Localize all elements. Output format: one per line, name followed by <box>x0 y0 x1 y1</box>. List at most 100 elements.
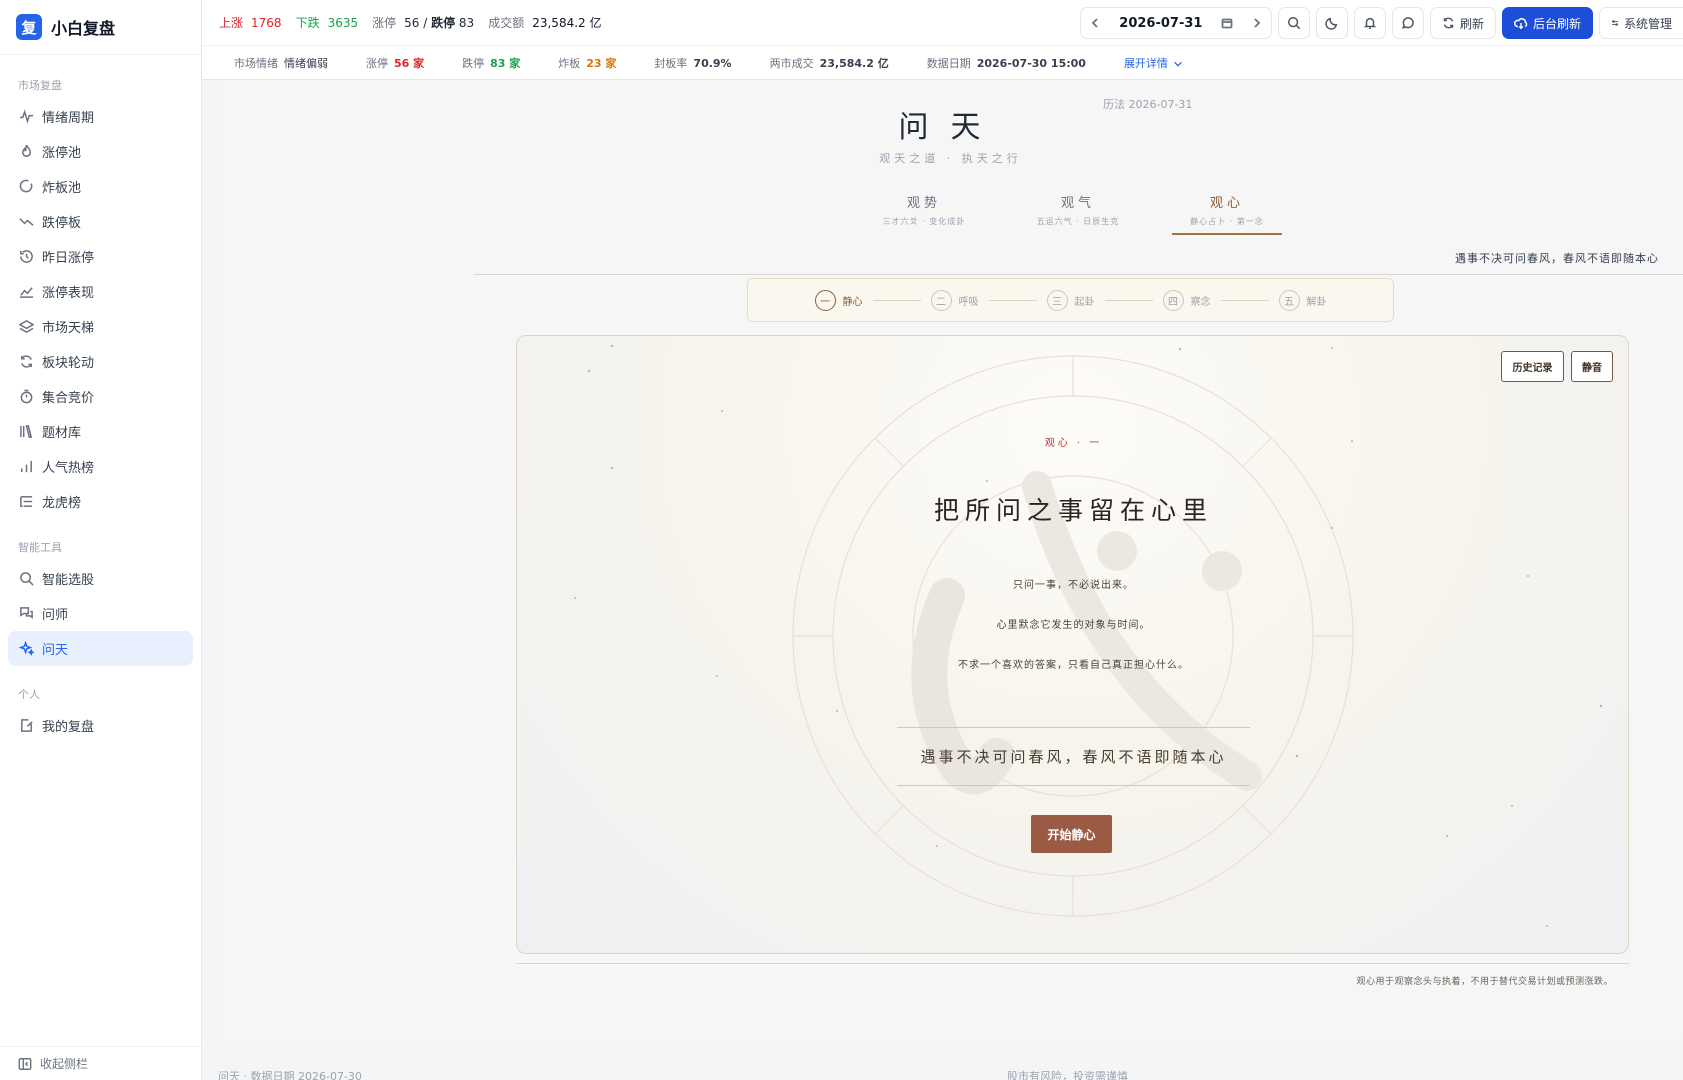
bar-chart-icon <box>18 459 34 475</box>
step-connector <box>988 299 1037 301</box>
system-management-button[interactable]: 系统管理 <box>1599 7 1683 39</box>
tab-heart[interactable]: 观心 静心占卜 · 第一念 <box>1172 192 1282 235</box>
sidebar-item-market-ladder[interactable]: 市场天梯 <box>8 309 193 344</box>
timer-icon <box>18 389 34 405</box>
step-label: 解卦 <box>1306 296 1327 308</box>
step-label: 呼吸 <box>958 296 979 308</box>
page-title: 问天 <box>898 110 1003 145</box>
card-quote: 遇事不决可问春风，春风不语即随本心 <box>897 727 1250 786</box>
toolbar: 2026-07-31 刷新 后台刷新 系统管理 <box>1080 7 1683 39</box>
sidebar-item-yesterday-limit-up[interactable]: 昨日涨停 <box>8 239 193 274</box>
step-number: 一 <box>814 289 836 311</box>
sidebar-item-ask-heaven[interactable]: 问天 <box>8 631 193 666</box>
sidebar-item-label: 涨停表现 <box>42 286 95 301</box>
bagua-watermark <box>574 344 1603 927</box>
stat-limitdown-value: 83 <box>455 16 475 30</box>
sidebar-item-dragon-tiger[interactable]: 龙虎榜 <box>8 484 193 519</box>
summary-sentiment: 市场情绪 情绪偏弱 <box>234 55 328 71</box>
main-content: 问天 历法 2026-07-31 观天之道 · 执天之行 观势 三才六爻 · 变… <box>218 80 1683 1046</box>
search-icon <box>1288 17 1301 30</box>
tab-trend[interactable]: 观势 三才六爻 · 变化成卦 <box>866 192 982 227</box>
brand-logo: 复 <box>16 14 42 40</box>
sidebar-item-label: 问天 <box>42 643 69 658</box>
card-kicker: 观心 · 一 <box>1044 438 1103 449</box>
instruction-line-3: 不求一个喜欢的答案，只看自己真正担心什么。 <box>958 660 1189 671</box>
layers-icon <box>18 319 34 335</box>
step-label: 察念 <box>1190 296 1211 308</box>
summary-value: 83 家 <box>490 56 521 70</box>
theme-toggle-button[interactable] <box>1316 7 1348 39</box>
sidebar-item-limit-up-pool[interactable]: 涨停池 <box>8 134 193 169</box>
step-number: 五 <box>1278 289 1300 311</box>
step-1: 一静心 <box>814 289 863 311</box>
start-meditation-button[interactable]: 开始静心 <box>1031 815 1112 853</box>
collapse-sidebar-button[interactable]: 收起侧栏 <box>0 1046 202 1080</box>
sidebar-item-sentiment-cycle[interactable]: 情绪周期 <box>8 99 193 134</box>
sidebar-item-my-review[interactable]: 我的复盘 <box>8 708 193 743</box>
mute-button[interactable]: 静音 <box>1571 351 1613 382</box>
brand[interactable]: 复 小白复盘 <box>0 0 201 55</box>
search-button[interactable] <box>1278 7 1310 39</box>
sidebar-item-label: 龙虎榜 <box>42 496 82 511</box>
summary-label: 数据日期 <box>926 56 971 70</box>
step-label: 起卦 <box>1074 296 1095 308</box>
summary-value: 70.9% <box>693 56 732 70</box>
sidebar-item-popularity[interactable]: 人气热榜 <box>8 449 193 484</box>
sidebar-item-smart-picker[interactable]: 智能选股 <box>8 561 193 596</box>
tab-subtitle: 静心占卜 · 第一念 <box>1190 217 1264 226</box>
sidebar-item-theme-library[interactable]: 题材库 <box>8 414 193 449</box>
refresh-label: 刷新 <box>1459 16 1484 31</box>
summary-label: 跌停 <box>462 56 485 70</box>
step-number: 二 <box>930 289 952 311</box>
footer: 问天 · 数据日期 2026-07-30 股市有风险，投资需谨慎 <box>202 1066 1683 1080</box>
step-connector <box>1104 299 1153 301</box>
sidebar-item-sector-rotation[interactable]: 板块轮动 <box>8 344 193 379</box>
background-refresh-button[interactable]: 后台刷新 <box>1502 7 1593 39</box>
rotate-icon <box>18 354 34 370</box>
sidebar-item-call-auction[interactable]: 集合竞价 <box>8 379 193 414</box>
expand-details-link[interactable]: 展开详情 <box>1124 55 1184 71</box>
tab-active-indicator <box>1172 233 1282 235</box>
sidebar-item-broken-pool[interactable]: 炸板池 <box>8 169 193 204</box>
instruction-line-1: 只问一事，不必说出来。 <box>1013 580 1134 591</box>
page-subtitle: 观天之道 · 执天之行 <box>879 152 1022 165</box>
sidebar-item-label: 问师 <box>42 608 69 623</box>
chevron-left-icon[interactable] <box>1089 17 1101 29</box>
history-button[interactable]: 历史记录 <box>1501 351 1564 382</box>
refresh-button[interactable]: 刷新 <box>1430 7 1496 39</box>
sidebar-item-label: 炸板池 <box>42 181 82 196</box>
search-scan-icon <box>18 571 34 587</box>
library-icon <box>18 424 34 440</box>
step-5: 五解卦 <box>1278 289 1327 311</box>
moon-icon <box>1325 17 1338 30</box>
summary-label: 两市成交 <box>769 56 814 70</box>
summary-limit-up: 涨停 56 家 <box>366 55 424 71</box>
nav-group-market: 市场复盘 <box>18 79 62 92</box>
summary-value: 56 家 <box>394 56 425 70</box>
chevron-right-icon[interactable] <box>1251 17 1263 29</box>
chat-icon <box>18 606 34 622</box>
notifications-button[interactable] <box>1354 7 1386 39</box>
summary-label: 炸板 <box>558 56 581 70</box>
date-picker[interactable]: 2026-07-31 <box>1080 7 1272 39</box>
sparkles-icon <box>18 641 34 657</box>
summary-value: 23,584.2 亿 <box>819 56 889 70</box>
progress-steps: 一静心 二呼吸 三起卦 四察念 五解卦 <box>747 278 1394 322</box>
stat-up-value: 1768 <box>251 16 282 30</box>
panel-left-icon <box>18 1057 32 1070</box>
summary-volume: 两市成交 23,584.2 亿 <box>770 55 889 71</box>
calendar-date: 历法 2026-07-31 <box>1103 98 1193 111</box>
calendar-icon[interactable] <box>1221 17 1233 29</box>
sidebar-item-ask-teacher[interactable]: 问师 <box>8 596 193 631</box>
stat-limit-label: 涨停 <box>372 16 397 30</box>
sidebar-item-limit-up-performance[interactable]: 涨停表现 <box>8 274 193 309</box>
summary-label: 涨停 <box>366 56 388 70</box>
sidebar-item-label: 我的复盘 <box>42 720 95 735</box>
tab-subtitle: 五运六气 · 日辰生克 <box>1036 217 1120 226</box>
sidebar-item-limit-down[interactable]: 跌停板 <box>8 204 193 239</box>
tab-qi[interactable]: 观气 五运六气 · 日辰生克 <box>1020 192 1136 227</box>
history-icon <box>18 249 34 265</box>
step-label: 静心 <box>842 296 863 308</box>
messages-button[interactable] <box>1392 7 1424 39</box>
date-value[interactable]: 2026-07-31 <box>1119 16 1202 31</box>
